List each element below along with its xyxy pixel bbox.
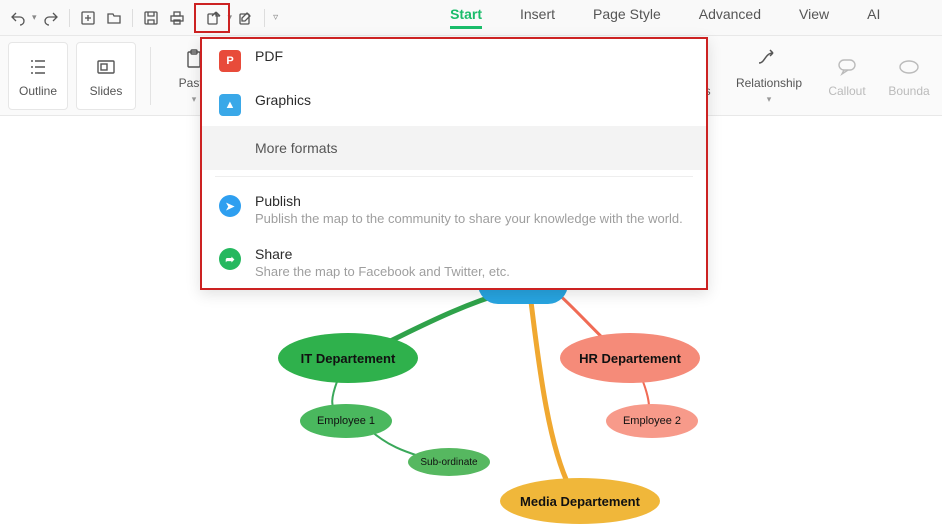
chevron-down-icon: ▾ — [192, 94, 197, 105]
share-icon: ➦ — [219, 248, 241, 270]
boundary-label: Bounda — [888, 84, 929, 98]
node-subordinate[interactable]: Sub-ordinate — [408, 448, 490, 476]
boundary-button[interactable]: Bounda — [884, 42, 934, 110]
share-title: Share — [255, 246, 510, 262]
tab-start[interactable]: Start — [450, 6, 482, 29]
new-button[interactable] — [76, 6, 100, 30]
publish-title: Publish — [255, 193, 683, 209]
publish-subtitle: Publish the map to the community to shar… — [255, 211, 683, 226]
callout-icon — [834, 54, 860, 80]
tab-insert[interactable]: Insert — [520, 6, 555, 29]
tab-advanced[interactable]: Advanced — [699, 6, 761, 29]
node-employee-2[interactable]: Employee 2 — [606, 404, 698, 438]
share-subtitle: Share the map to Facebook and Twitter, e… — [255, 264, 510, 279]
graphics-icon: ▲ — [219, 94, 241, 116]
export-graphics-item[interactable]: ▲ Graphics — [201, 82, 707, 126]
export-more-formats-item[interactable]: More formats — [201, 126, 707, 170]
tab-page-style[interactable]: Page Style — [593, 6, 661, 29]
export-dropdown: P PDF ▲ Graphics More formats ➤ Publish … — [200, 37, 708, 290]
dropdown-arrow-icon[interactable]: ▾ — [32, 12, 37, 23]
export-button[interactable] — [202, 6, 226, 30]
callout-label: Callout — [828, 84, 865, 98]
slides-icon — [93, 54, 119, 80]
pdf-icon: P — [219, 50, 241, 72]
boundary-icon — [896, 54, 922, 80]
slides-button[interactable]: Slides — [76, 42, 136, 110]
dropdown-arrow-icon[interactable]: ▾ — [228, 12, 233, 23]
export-graphics-label: Graphics — [255, 92, 311, 108]
quick-access-toolbar: ▾ ▾ ▿ Start Insert Page Style Advanced V… — [0, 0, 942, 36]
publish-item[interactable]: ➤ Publish Publish the map to the communi… — [201, 183, 707, 236]
relationship-button[interactable]: Relationship ▾ — [728, 42, 810, 110]
undo-button[interactable] — [6, 6, 30, 30]
publish-icon: ➤ — [219, 195, 241, 217]
open-button[interactable] — [102, 6, 126, 30]
export-pdf-item[interactable]: P PDF — [201, 38, 707, 82]
more-formats-label: More formats — [255, 140, 337, 156]
outline-button[interactable]: Outline — [8, 42, 68, 110]
outline-label: Outline — [19, 84, 57, 98]
edit-button[interactable] — [234, 6, 258, 30]
ribbon-tabs: Start Insert Page Style Advanced View AI — [450, 6, 880, 29]
node-hr-department[interactable]: HR Departement — [560, 333, 700, 383]
slides-label: Slides — [90, 84, 123, 98]
share-item[interactable]: ➦ Share Share the map to Facebook and Tw… — [201, 236, 707, 289]
tab-ai[interactable]: AI — [867, 6, 880, 29]
relationship-label: Relationship — [736, 76, 802, 90]
tab-view[interactable]: View — [799, 6, 829, 29]
export-pdf-label: PDF — [255, 48, 283, 64]
save-button[interactable] — [139, 6, 163, 30]
outline-icon — [25, 54, 51, 80]
redo-button[interactable] — [39, 6, 63, 30]
node-it-department[interactable]: IT Departement — [278, 333, 418, 383]
chevron-down-icon: ▾ — [767, 94, 772, 105]
node-media-department[interactable]: Media Departement — [500, 478, 660, 524]
print-button[interactable] — [165, 6, 189, 30]
relationship-icon — [756, 46, 782, 72]
callout-button[interactable]: Callout — [818, 42, 876, 110]
divider — [215, 176, 693, 177]
customize-qat-icon[interactable]: ▿ — [273, 12, 278, 23]
node-employee-1[interactable]: Employee 1 — [300, 404, 392, 438]
